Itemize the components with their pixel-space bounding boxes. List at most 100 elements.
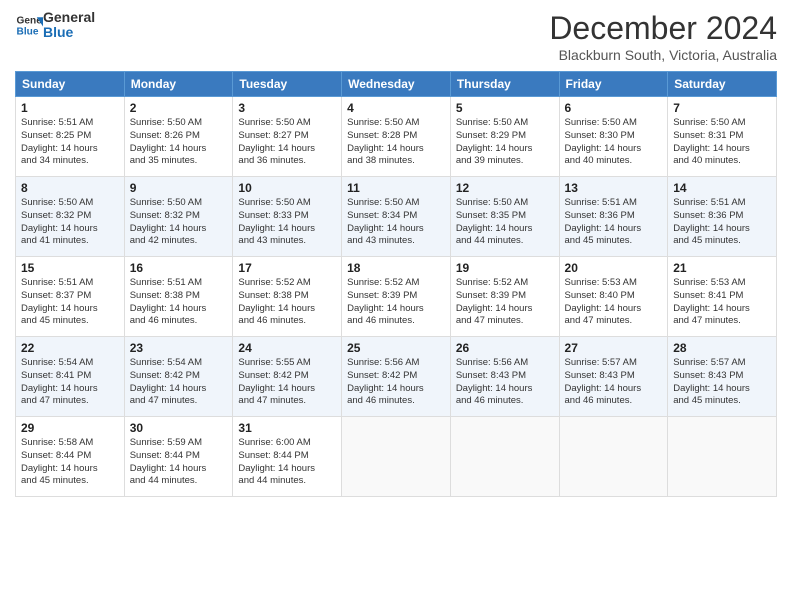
calendar-cell: 11Sunrise: 5:50 AM Sunset: 8:34 PM Dayli… bbox=[342, 177, 451, 257]
day-number: 4 bbox=[347, 101, 445, 115]
calendar-cell bbox=[342, 417, 451, 497]
subtitle: Blackburn South, Victoria, Australia bbox=[549, 47, 777, 63]
calendar-week-1: 1 Sunrise: 5:51 AM Sunset: 8:25 PM Daylig… bbox=[16, 97, 777, 177]
day-info: Sunrise: 5:54 AM Sunset: 8:41 PM Dayligh… bbox=[21, 357, 119, 408]
day-number: 6 bbox=[565, 101, 663, 115]
day-number: 20 bbox=[565, 261, 663, 275]
day-info: Sunrise: 5:56 AM Sunset: 8:42 PM Dayligh… bbox=[347, 357, 445, 408]
logo-icon: General Blue bbox=[15, 11, 43, 39]
calendar-cell: 4 Sunrise: 5:50 AM Sunset: 8:28 PM Daylig… bbox=[342, 97, 451, 177]
calendar-cell: 28 Sunrise: 5:57 AM Sunset: 8:43 PM Dayli… bbox=[668, 337, 777, 417]
calendar-header-row: Sunday Monday Tuesday Wednesday Thursday… bbox=[16, 72, 777, 97]
calendar-cell: 8Sunrise: 5:50 AM Sunset: 8:32 PM Daylig… bbox=[16, 177, 125, 257]
day-info: Sunrise: 6:00 AM Sunset: 8:44 PM Dayligh… bbox=[238, 437, 336, 488]
calendar-body: 1 Sunrise: 5:51 AM Sunset: 8:25 PM Daylig… bbox=[16, 97, 777, 497]
day-info: Sunrise: 5:52 AM Sunset: 8:39 PM Dayligh… bbox=[456, 277, 554, 328]
col-tuesday: Tuesday bbox=[233, 72, 342, 97]
calendar-cell: 5 Sunrise: 5:50 AM Sunset: 8:29 PM Daylig… bbox=[450, 97, 559, 177]
day-info: Sunrise: 5:51 AM Sunset: 8:37 PM Dayligh… bbox=[21, 277, 119, 328]
day-number: 19 bbox=[456, 261, 554, 275]
calendar-cell: 22 Sunrise: 5:54 AM Sunset: 8:41 PM Dayli… bbox=[16, 337, 125, 417]
calendar-cell: 31 Sunrise: 6:00 AM Sunset: 8:44 PM Dayli… bbox=[233, 417, 342, 497]
day-info: Sunrise: 5:57 AM Sunset: 8:43 PM Dayligh… bbox=[565, 357, 663, 408]
day-number: 23 bbox=[130, 341, 228, 355]
calendar-cell: 14 Sunrise: 5:51 AM Sunset: 8:36 PM Dayli… bbox=[668, 177, 777, 257]
calendar-week-2: 8 Sunrise: 5:50 AM Sunset: 8:32 PM Daylig… bbox=[16, 177, 777, 257]
calendar-cell bbox=[559, 417, 668, 497]
day-number: 12 bbox=[456, 181, 554, 195]
calendar-cell: 7Sunrise: 5:50 AM Sunset: 8:31 PM Daylig… bbox=[668, 97, 777, 177]
day-info: Sunrise: 5:52 AM Sunset: 8:39 PM Dayligh… bbox=[347, 277, 445, 328]
month-title: December 2024 bbox=[549, 10, 777, 47]
day-number: 25 bbox=[347, 341, 445, 355]
day-number: 9 bbox=[130, 181, 228, 195]
calendar-cell: 16Sunrise: 5:51 AM Sunset: 8:38 PM Dayli… bbox=[124, 257, 233, 337]
day-info: Sunrise: 5:55 AM Sunset: 8:42 PM Dayligh… bbox=[238, 357, 336, 408]
day-number: 21 bbox=[673, 261, 771, 275]
day-number: 27 bbox=[565, 341, 663, 355]
day-info: Sunrise: 5:59 AM Sunset: 8:44 PM Dayligh… bbox=[130, 437, 228, 488]
col-thursday: Thursday bbox=[450, 72, 559, 97]
day-number: 10 bbox=[238, 181, 336, 195]
day-info: Sunrise: 5:50 AM Sunset: 8:32 PM Dayligh… bbox=[130, 197, 228, 248]
day-info: Sunrise: 5:50 AM Sunset: 8:26 PM Dayligh… bbox=[130, 117, 228, 168]
calendar-cell: 21Sunrise: 5:53 AM Sunset: 8:41 PM Dayli… bbox=[668, 257, 777, 337]
col-wednesday: Wednesday bbox=[342, 72, 451, 97]
day-number: 24 bbox=[238, 341, 336, 355]
day-number: 14 bbox=[673, 181, 771, 195]
day-number: 31 bbox=[238, 421, 336, 435]
calendar-cell: 1 Sunrise: 5:51 AM Sunset: 8:25 PM Daylig… bbox=[16, 97, 125, 177]
day-info: Sunrise: 5:50 AM Sunset: 8:34 PM Dayligh… bbox=[347, 197, 445, 248]
calendar-week-3: 15 Sunrise: 5:51 AM Sunset: 8:37 PM Dayli… bbox=[16, 257, 777, 337]
title-block: December 2024 Blackburn South, Victoria,… bbox=[549, 10, 777, 63]
svg-text:General: General bbox=[17, 16, 43, 27]
calendar-cell: 13 Sunrise: 5:51 AM Sunset: 8:36 PM Dayli… bbox=[559, 177, 668, 257]
day-number: 18 bbox=[347, 261, 445, 275]
day-info: Sunrise: 5:57 AM Sunset: 8:43 PM Dayligh… bbox=[673, 357, 771, 408]
day-info: Sunrise: 5:50 AM Sunset: 8:28 PM Dayligh… bbox=[347, 117, 445, 168]
calendar-cell: 26 Sunrise: 5:56 AM Sunset: 8:43 PM Dayli… bbox=[450, 337, 559, 417]
calendar-cell: 3Sunrise: 5:50 AM Sunset: 8:27 PM Daylig… bbox=[233, 97, 342, 177]
day-info: Sunrise: 5:51 AM Sunset: 8:36 PM Dayligh… bbox=[565, 197, 663, 248]
day-info: Sunrise: 5:56 AM Sunset: 8:43 PM Dayligh… bbox=[456, 357, 554, 408]
day-number: 1 bbox=[21, 101, 119, 115]
page: General Blue General Blue December 2024 … bbox=[0, 0, 792, 612]
day-info: Sunrise: 5:52 AM Sunset: 8:38 PM Dayligh… bbox=[238, 277, 336, 328]
day-number: 29 bbox=[21, 421, 119, 435]
calendar-cell: 12 Sunrise: 5:50 AM Sunset: 8:35 PM Dayli… bbox=[450, 177, 559, 257]
day-number: 22 bbox=[21, 341, 119, 355]
day-info: Sunrise: 5:58 AM Sunset: 8:44 PM Dayligh… bbox=[21, 437, 119, 488]
calendar-cell bbox=[668, 417, 777, 497]
day-number: 17 bbox=[238, 261, 336, 275]
day-info: Sunrise: 5:50 AM Sunset: 8:33 PM Dayligh… bbox=[238, 197, 336, 248]
col-monday: Monday bbox=[124, 72, 233, 97]
day-info: Sunrise: 5:50 AM Sunset: 8:30 PM Dayligh… bbox=[565, 117, 663, 168]
calendar-cell: 9 Sunrise: 5:50 AM Sunset: 8:32 PM Daylig… bbox=[124, 177, 233, 257]
day-number: 5 bbox=[456, 101, 554, 115]
day-number: 8 bbox=[21, 181, 119, 195]
day-info: Sunrise: 5:50 AM Sunset: 8:31 PM Dayligh… bbox=[673, 117, 771, 168]
day-info: Sunrise: 5:53 AM Sunset: 8:40 PM Dayligh… bbox=[565, 277, 663, 328]
logo-line2: Blue bbox=[43, 25, 95, 40]
calendar-cell: 17 Sunrise: 5:52 AM Sunset: 8:38 PM Dayli… bbox=[233, 257, 342, 337]
logo-line1: General bbox=[43, 10, 95, 25]
day-info: Sunrise: 5:50 AM Sunset: 8:29 PM Dayligh… bbox=[456, 117, 554, 168]
calendar-cell: 2Sunrise: 5:50 AM Sunset: 8:26 PM Daylig… bbox=[124, 97, 233, 177]
col-friday: Friday bbox=[559, 72, 668, 97]
calendar-cell: 23Sunrise: 5:54 AM Sunset: 8:42 PM Dayli… bbox=[124, 337, 233, 417]
day-info: Sunrise: 5:51 AM Sunset: 8:36 PM Dayligh… bbox=[673, 197, 771, 248]
calendar-cell: 27 Sunrise: 5:57 AM Sunset: 8:43 PM Dayli… bbox=[559, 337, 668, 417]
calendar-cell: 24 Sunrise: 5:55 AM Sunset: 8:42 PM Dayli… bbox=[233, 337, 342, 417]
svg-text:Blue: Blue bbox=[17, 27, 39, 38]
calendar-week-5: 29 Sunrise: 5:58 AM Sunset: 8:44 PM Dayli… bbox=[16, 417, 777, 497]
day-info: Sunrise: 5:50 AM Sunset: 8:35 PM Dayligh… bbox=[456, 197, 554, 248]
calendar-cell: 18 Sunrise: 5:52 AM Sunset: 8:39 PM Dayli… bbox=[342, 257, 451, 337]
day-number: 28 bbox=[673, 341, 771, 355]
day-number: 13 bbox=[565, 181, 663, 195]
calendar-cell bbox=[450, 417, 559, 497]
day-number: 26 bbox=[456, 341, 554, 355]
day-info: Sunrise: 5:50 AM Sunset: 8:27 PM Dayligh… bbox=[238, 117, 336, 168]
calendar-cell: 6 Sunrise: 5:50 AM Sunset: 8:30 PM Daylig… bbox=[559, 97, 668, 177]
day-info: Sunrise: 5:51 AM Sunset: 8:25 PM Dayligh… bbox=[21, 117, 119, 168]
day-number: 15 bbox=[21, 261, 119, 275]
